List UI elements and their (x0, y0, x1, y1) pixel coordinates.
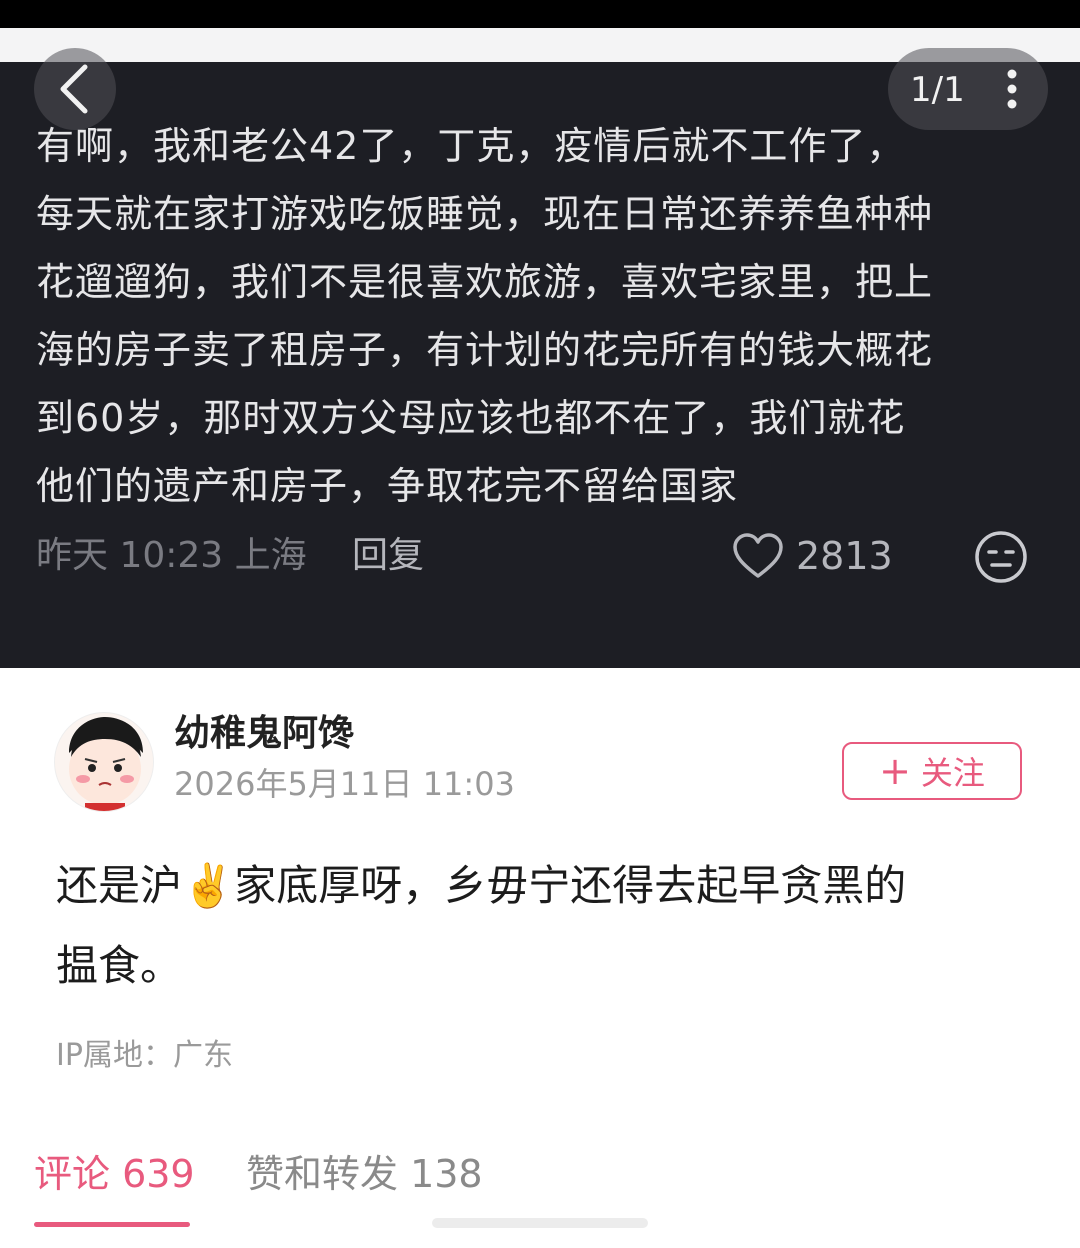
active-tab-indicator (34, 1222, 190, 1227)
comment-line: 每天就在家打游戏吃饭睡觉，现在日常还养养鱼种种 (36, 192, 934, 236)
tab-likes-shares[interactable]: 赞和转发 138 (246, 1148, 483, 1200)
comment-line: 海的房子卖了租房子，有计划的花完所有的钱大概花 (36, 328, 934, 372)
avatar[interactable] (54, 712, 154, 812)
emoji-face-icon[interactable] (974, 530, 1028, 584)
comment-time-location: 昨天 10:23 上海 (36, 535, 307, 576)
reply-button[interactable]: 回复 (352, 528, 424, 584)
quoted-comment-text: 有啊，我和老公42了，丁克，疫情后就不工作了， 每天就在家打游戏吃饭睡觉，现在日… (36, 112, 1036, 520)
post-body-line: 还是沪✌️家底厚呀，乡毋宁还得去起早贪黑的 (56, 861, 907, 910)
post-date: 2026年5月11日 11:03 (174, 765, 515, 803)
comment-line: 他们的遗产和房子，争取花完不留给国家 (36, 464, 739, 508)
heart-icon[interactable] (732, 532, 784, 580)
page-counter: 1/1 (910, 70, 965, 110)
post-body: 还是沪✌️家底厚呀，乡毋宁还得去起早贪黑的 揾食。 (56, 846, 1016, 1006)
avatar-cartoon-face (55, 713, 153, 811)
post-body-line: 揾食。 (56, 941, 183, 990)
follow-label: 关注 (920, 754, 985, 792)
comment-meta-row: 昨天 10:23 上海 回复 2813 (36, 528, 1046, 584)
comment-line: 到60岁，那时双方父母应该也都不在了，我们就花 (36, 396, 906, 440)
plus-icon: + (879, 749, 911, 793)
ip-location: IP属地：广东 (56, 1038, 233, 1073)
status-bar (0, 0, 1080, 28)
tab-comments[interactable]: 评论 639 (34, 1148, 195, 1200)
chevron-left-icon (60, 64, 88, 114)
follow-button[interactable]: + 关注 (842, 742, 1022, 800)
username[interactable]: 幼稚鬼阿馋 (174, 712, 354, 756)
scroll-handle (432, 1218, 648, 1228)
like-count: 2813 (796, 534, 893, 578)
more-vertical-icon[interactable] (1006, 68, 1018, 110)
comment-line: 有啊，我和老公42了，丁克，疫情后就不工作了， (36, 124, 906, 168)
comment-line: 花遛遛狗，我们不是很喜欢旅游，喜欢宅家里，把上 (36, 260, 934, 304)
